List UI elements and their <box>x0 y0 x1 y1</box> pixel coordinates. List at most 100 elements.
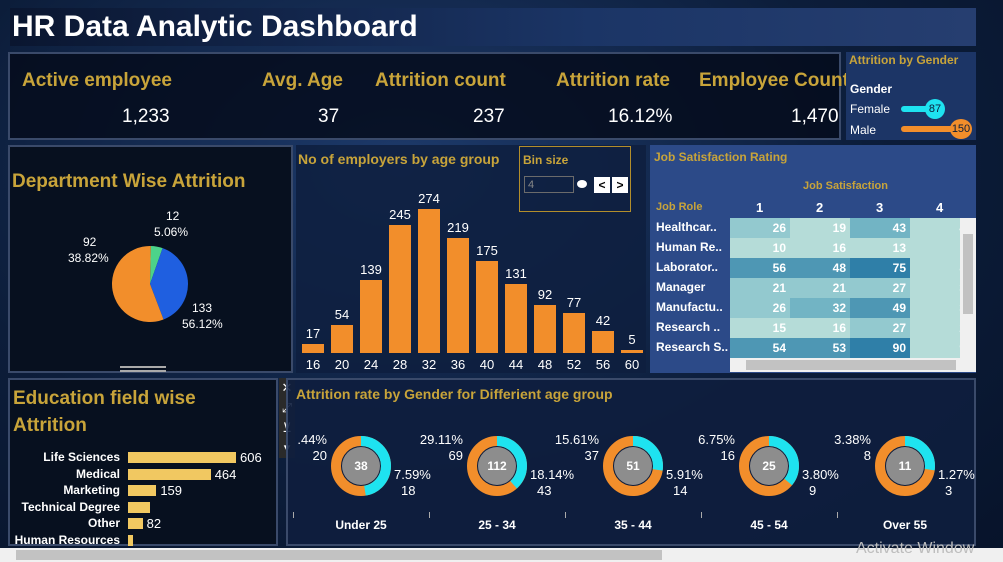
kpi-value: 1,470 <box>791 106 839 127</box>
bar-value-label: 5 <box>628 332 636 348</box>
resize-handle[interactable] <box>120 366 166 372</box>
donut-chart: 25 <box>739 436 799 496</box>
kpi-label: Active employee <box>22 70 172 91</box>
bar-value-label: 219 <box>447 220 469 236</box>
kpi-active-employee: Active employee 1,233 <box>22 54 222 142</box>
donut-top-count: 37 <box>584 448 599 463</box>
kpi-employee-count: Employee Count 1,470 <box>699 54 849 142</box>
bar-36 <box>447 238 469 353</box>
age-group-label: 35 - 44 <box>614 518 652 532</box>
kpi-value: 1,233 <box>122 106 170 127</box>
bar-40 <box>476 261 498 353</box>
education-field-label: Life Sciences <box>43 450 120 464</box>
dashboard: HR Data Analytic Dashboard Active employ… <box>0 0 1003 562</box>
js-cell: 26 <box>730 298 790 318</box>
bar-value-label: 77 <box>566 294 582 310</box>
axis-tick <box>293 512 294 518</box>
age-group-panel: No of employers by age group Bin size < … <box>296 145 646 373</box>
donut-center-value: 25 <box>762 459 776 473</box>
js-row-label: Manager <box>656 280 706 294</box>
slice-count: 92 <box>83 235 97 249</box>
department-panel: Department Wise Attrition 12 5.06% 92 38… <box>8 145 293 373</box>
male-label: Male <box>850 123 877 137</box>
bar-60 <box>621 350 643 353</box>
department-pie <box>112 246 188 322</box>
js-cell: 3 <box>910 278 960 298</box>
education-value-label: 159 <box>160 483 183 498</box>
axis-tick <box>837 512 838 518</box>
slice-pct: 5.06% <box>154 225 189 239</box>
horizontal-scrollbar[interactable] <box>730 358 976 372</box>
bar-value-label: 139 <box>360 262 382 278</box>
js-cell: 32 <box>790 298 850 318</box>
page-scroll-thumb[interactable] <box>16 550 662 560</box>
bar-value-label: 17 <box>305 326 321 342</box>
js-heatmap: Healthcar..2619434Human Re..1016131Labor… <box>650 218 960 358</box>
js-row-label: Research S.. <box>656 340 729 354</box>
slider-thumb-icon[interactable] <box>577 180 587 188</box>
job-satisfaction-panel: Job Satisfaction Rating Job Satisfaction… <box>650 145 976 373</box>
donut-chart: 38 <box>331 436 391 496</box>
donut-chart: 112 <box>467 436 527 496</box>
donut-bottom-pct: 3.80% <box>802 467 839 482</box>
js-col-1: 1 <box>756 200 764 215</box>
donut-center-value: 38 <box>354 459 368 473</box>
js-cell: 21 <box>790 278 850 298</box>
axis-tick <box>701 512 702 518</box>
age-group-label: 45 - 54 <box>750 518 788 532</box>
donut-center-value: 112 <box>487 459 507 473</box>
education-bar <box>128 452 236 463</box>
bin-next-button[interactable]: > <box>612 177 628 193</box>
js-cell: 4 <box>910 218 960 238</box>
kpi-label: Avg. Age <box>262 70 343 91</box>
js-title: Job Satisfaction Rating <box>654 150 788 164</box>
js-cell: 43 <box>850 218 910 238</box>
js-cell: 10 <box>730 238 790 258</box>
kpi-attrition-rate: Attrition rate 16.12% <box>556 54 696 142</box>
donut-center-value: 51 <box>626 459 640 473</box>
age-chart-title: No of employers by age group <box>298 151 500 167</box>
bar-value-label: 245 <box>389 206 411 222</box>
rate-title: Attrition rate by Gender for Differient … <box>296 386 613 402</box>
activation-watermark: Activate Window <box>856 540 975 557</box>
education-value-label: 606 <box>240 450 262 465</box>
education-bar <box>128 518 143 529</box>
slice-pct: 56.12% <box>182 317 223 331</box>
donut-top-count: 16 <box>720 448 735 463</box>
education-field-label: Technical Degree <box>21 499 120 514</box>
js-cell: 90 <box>850 338 910 358</box>
js-cell: 3 <box>910 298 960 318</box>
slice-pct: 38.82% <box>68 251 109 265</box>
donut-top-count: 8 <box>863 448 871 463</box>
age-group-label: Under 25 <box>335 518 387 532</box>
bar-value-label: 131 <box>505 266 527 282</box>
donut-bottom-count: 43 <box>537 483 552 498</box>
js-cell: 27 <box>850 278 910 298</box>
age-group-label: 25 - 34 <box>478 518 516 532</box>
js-row-label: Manufactu.. <box>656 300 723 314</box>
donut-top-pct: 6.75% <box>698 432 735 447</box>
bin-prev-button[interactable]: < <box>594 177 610 193</box>
education-panel: Education field wise Attrition Life Scie… <box>8 378 278 547</box>
kpi-label: Employee Count <box>699 70 849 91</box>
donut-chart: 51 <box>603 436 663 496</box>
bar-56 <box>592 330 614 353</box>
bin-size-input[interactable] <box>524 176 574 193</box>
vertical-scrollbar[interactable] <box>960 218 976 358</box>
education-bar <box>128 485 157 496</box>
education-field-label: Medical <box>75 466 120 481</box>
js-cell: 26 <box>730 218 790 238</box>
js-cell: 48 <box>790 258 850 278</box>
age-group-label: Over 55 <box>882 518 928 532</box>
donut-top-count: 20 <box>312 448 327 463</box>
bar-24 <box>360 280 382 353</box>
js-cell: 49 <box>850 298 910 318</box>
education-title-line1: Education field wise <box>13 388 196 409</box>
kpi-value: 16.12% <box>608 106 673 127</box>
donut-bottom-count: 14 <box>673 483 688 498</box>
education-bar <box>128 501 150 513</box>
bar-20 <box>331 324 353 353</box>
x-tick-label: 60 <box>624 357 640 372</box>
js-cell: 53 <box>790 338 850 358</box>
gender-panel: Attrition by Gender Gender Female 87 Mal… <box>846 52 976 140</box>
